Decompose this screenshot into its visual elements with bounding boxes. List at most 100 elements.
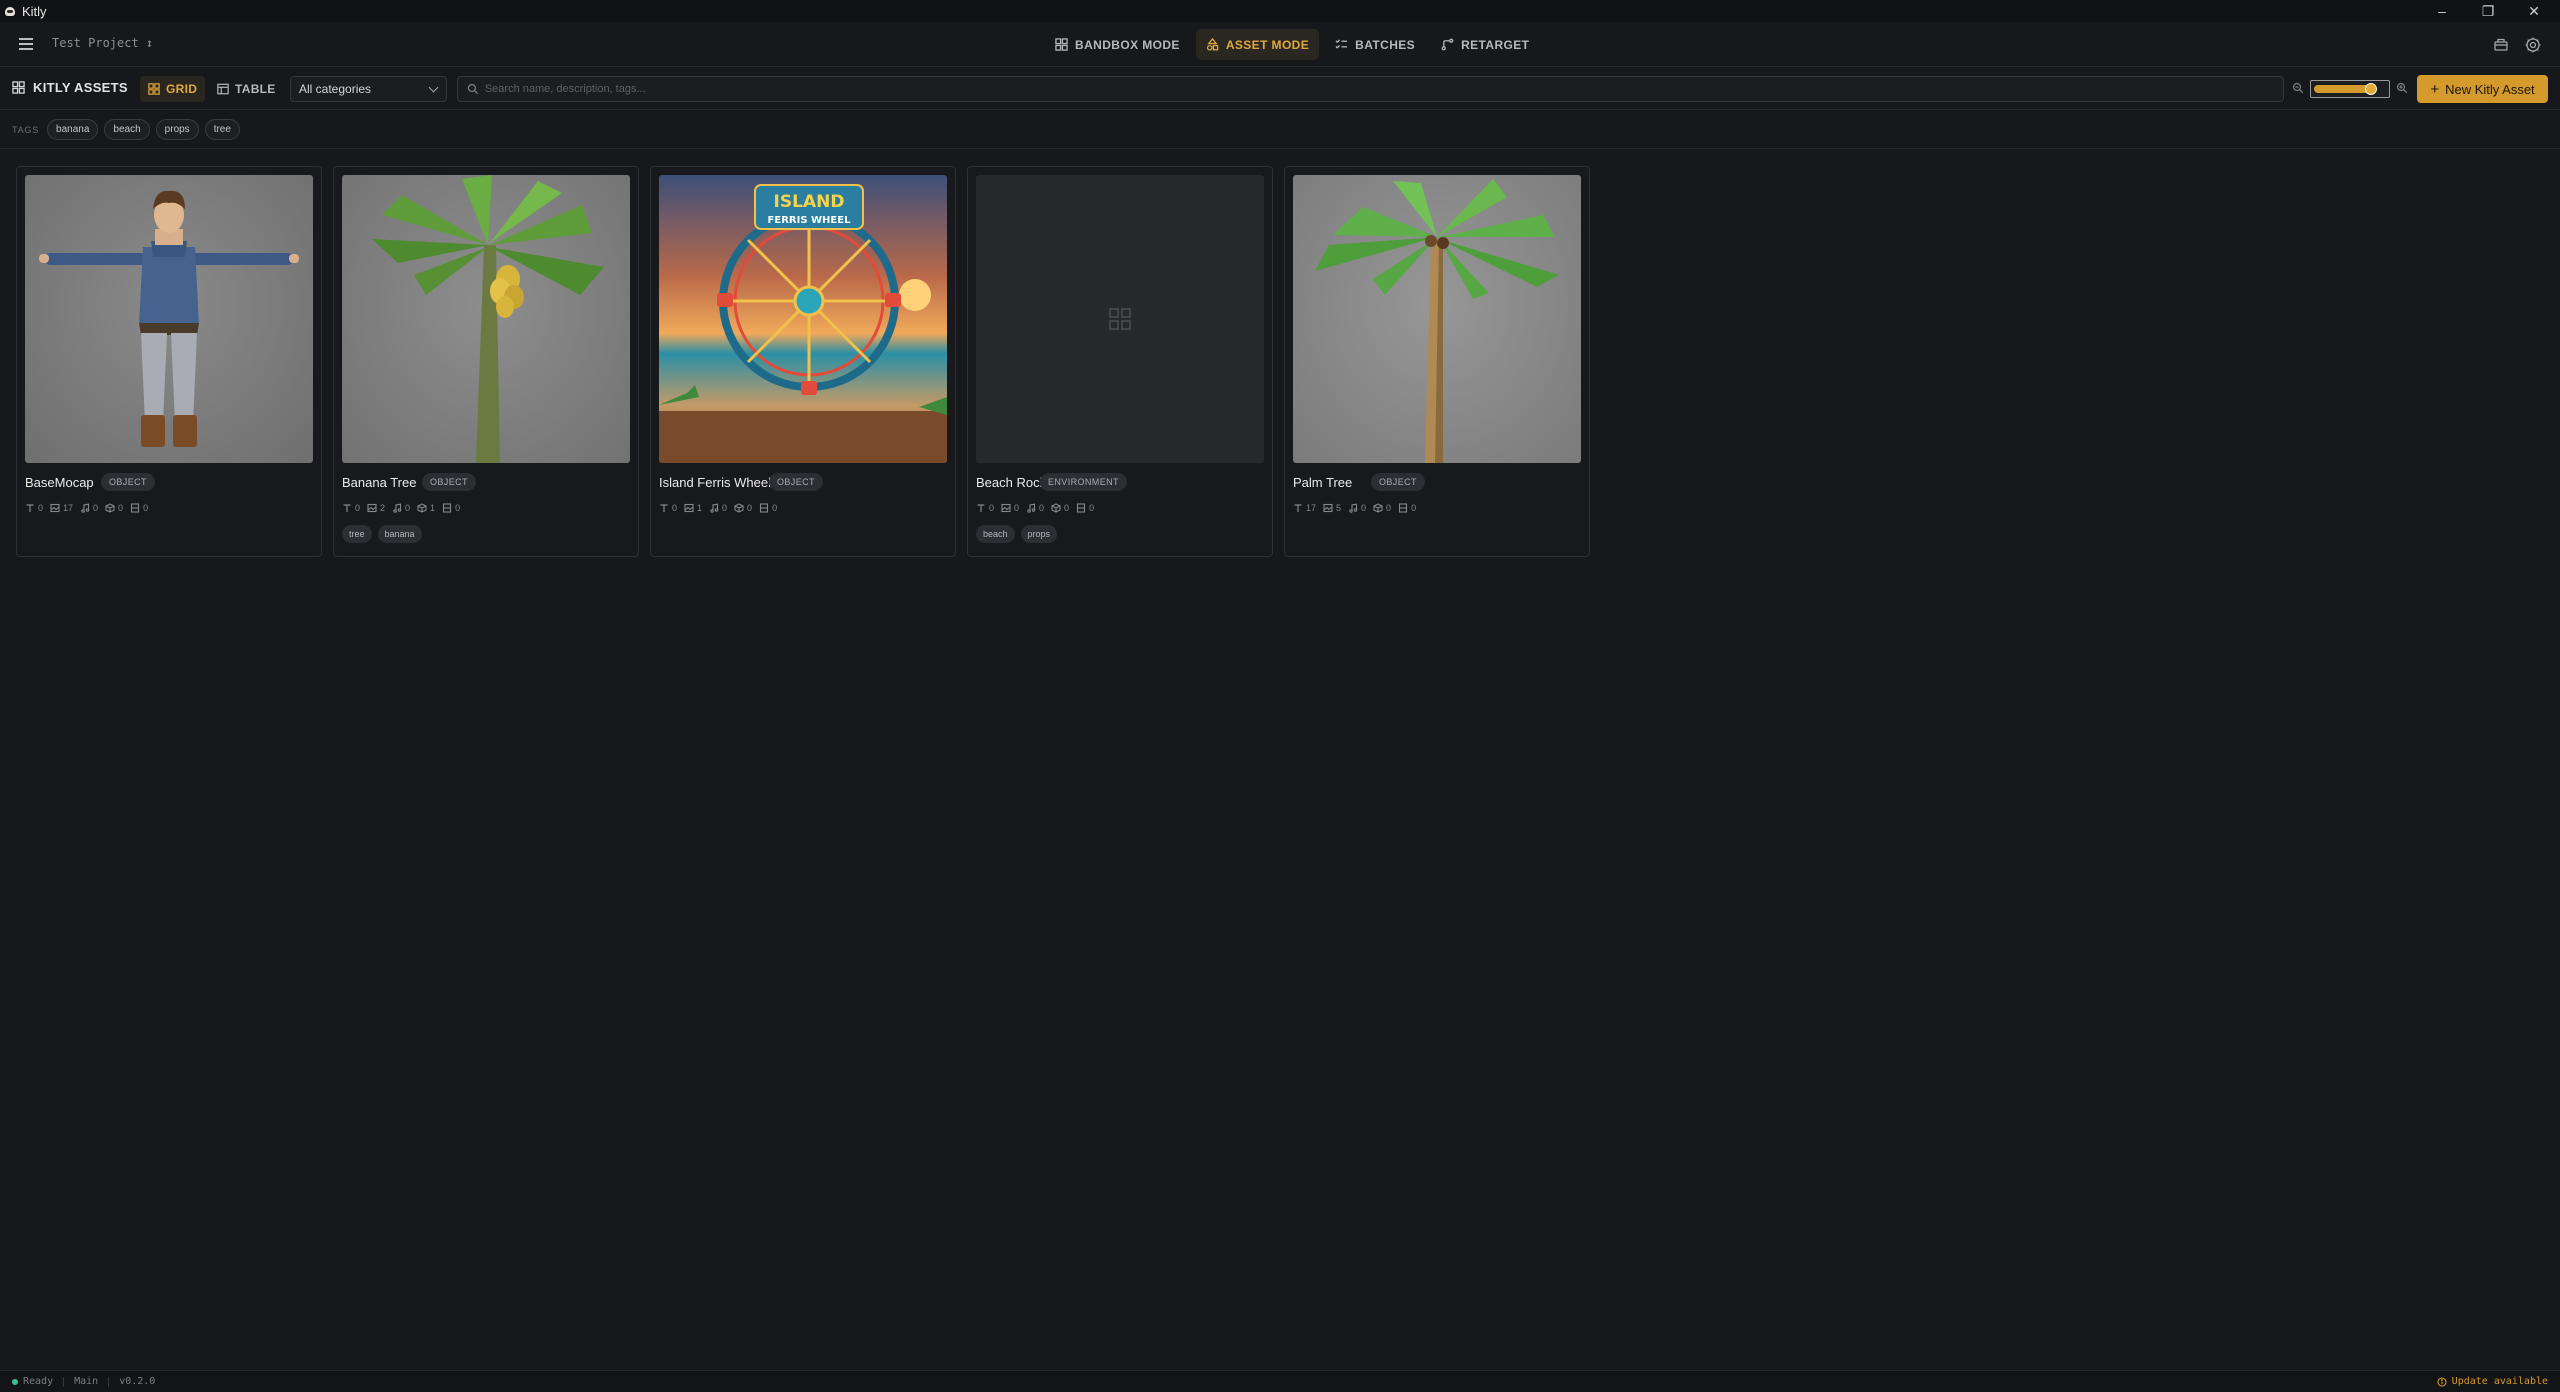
asset-stats: 0 0 0 0 0 [976,503,1094,513]
stat-video: 0 [1398,503,1416,513]
divider [108,1376,110,1387]
minimize-button[interactable]: – [2420,0,2464,22]
status-ready-dot-icon [12,1378,18,1385]
stat-text: 17 [1293,503,1316,513]
mode-switcher: BANDBOX MODE ASSET MODE BATCHES RETARGET [1045,29,1539,61]
text-icon [343,504,351,512]
asset-thumbnail [1293,175,1581,463]
restore-button[interactable]: ❐ [2466,0,2510,22]
ferris-sign-line2: FERRIS WHEEL [768,215,852,226]
asset-card[interactable]: BaseMocap OBJECT 0 17 0 0 0 [16,166,322,557]
stat-audio: 0 [1348,503,1366,513]
grid-view-button[interactable]: GRID [140,76,206,102]
table-view-label: TABLE [235,82,276,96]
status-version: v0.2.0 [119,1376,156,1387]
asset-tag-chip[interactable]: beach [976,525,1015,543]
search-icon [467,83,479,95]
asset-card[interactable]: Banana Tree OBJECT 0 2 0 1 0 tree banana [333,166,639,557]
package-icon[interactable] [2492,36,2510,54]
tab-label: RETARGET [1461,37,1530,52]
film-icon [443,503,452,513]
stat-video: 0 [442,503,460,513]
film-icon [1399,503,1408,513]
tab-bandbox-mode[interactable]: BANDBOX MODE [1045,29,1190,60]
asset-card[interactable]: ISLAND FERRIS WHEEL Island Ferris Wheel … [650,166,956,557]
asset-thumbnail [25,175,313,463]
zoom-in-icon[interactable] [2396,82,2408,94]
stat-audio: 0 [1026,503,1044,513]
stat-images: 1 [684,503,702,513]
text-icon [660,504,668,512]
top-navigation: Test Project ↕ BANDBOX MODE ASSET MODE B… [0,22,2560,67]
tags-label: TAGS [12,124,40,135]
cube-icon [417,503,427,513]
close-window-button[interactable]: ✕ [2512,0,2556,22]
stat-models: 0 [734,503,752,513]
asset-tag-chip[interactable]: props [1020,525,1058,543]
tab-label: BATCHES [1355,37,1416,52]
asset-name: Banana Tree [342,475,417,490]
cube-icon [734,503,744,513]
tab-batches[interactable]: BATCHES [1325,29,1425,60]
cube-icon [1051,503,1061,513]
tab-label: BANDBOX MODE [1075,37,1180,52]
new-asset-button[interactable]: + New Kitly Asset [2417,75,2548,103]
asset-tag-chip[interactable]: tree [342,525,372,543]
branch-icon [1441,38,1454,51]
image-icon [367,503,377,513]
grid-view-label: GRID [166,82,198,96]
tag-filter-chip[interactable]: tree [204,119,240,140]
tag-filter-chip[interactable]: banana [47,119,99,140]
settings-gear-icon[interactable] [2524,36,2542,54]
stat-audio: 0 [709,503,727,513]
film-icon [131,503,140,513]
asset-type-badge: OBJECT [422,473,476,491]
tab-asset-mode[interactable]: ASSET MODE [1195,29,1320,60]
project-selector[interactable]: Test Project ↕ [52,36,153,50]
search-input[interactable] [484,83,2283,95]
asset-name: BaseMocap [25,475,94,490]
asset-tag-chip[interactable]: banana [377,525,422,543]
new-asset-label: New Kitly Asset [2445,81,2535,97]
hamburger-menu-icon[interactable] [16,34,36,54]
list-check-icon [1335,39,1348,49]
table-view-button[interactable]: TABLE [209,76,284,102]
tag-filter-chip[interactable]: props [155,119,199,140]
update-available-link[interactable]: Update available [2437,1376,2548,1387]
category-dropdown[interactable]: All categories [290,76,447,102]
stat-models: 0 [1051,503,1069,513]
text-icon [1294,504,1302,512]
asset-name: Beach Rock [976,475,1047,490]
stat-text: 0 [976,503,994,513]
asset-card[interactable]: Beach Rock ENVIRONMENT 0 0 0 0 0 beach p… [967,166,1273,557]
asset-type-badge: OBJECT [101,473,155,491]
music-icon [1349,503,1358,513]
image-icon [50,503,60,513]
search-box[interactable] [457,76,2284,102]
asset-type-badge: ENVIRONMENT [1040,473,1127,491]
grid-icon [1055,38,1068,51]
grid-icon [148,83,160,95]
asset-name: Island Ferris Wheel [659,475,771,490]
plus-icon: + [2430,80,2440,98]
thumbnail-size-slider[interactable] [2310,80,2390,98]
film-icon [1077,503,1086,513]
tag-filter-chip[interactable]: beach [104,119,150,140]
grid-icon [12,81,25,94]
slider-thumb[interactable] [2364,83,2377,95]
asset-type-badge: OBJECT [769,473,823,491]
stat-models: 0 [1373,503,1391,513]
zoom-out-icon[interactable] [2292,82,2304,94]
tab-label: ASSET MODE [1225,37,1310,52]
asset-stats: 0 2 0 1 0 [342,503,460,513]
shapes-icon [1206,38,1219,51]
divider [63,1376,65,1387]
stat-text: 0 [342,503,360,513]
asset-tags: beach props [976,525,1058,543]
image-icon [1001,503,1011,513]
status-branch: Main [74,1376,99,1387]
music-icon [710,503,719,513]
tab-retarget[interactable]: RETARGET [1431,29,1539,60]
asset-card[interactable]: Palm Tree OBJECT 17 5 0 0 0 [1284,166,1590,557]
stat-text: 0 [25,503,43,513]
